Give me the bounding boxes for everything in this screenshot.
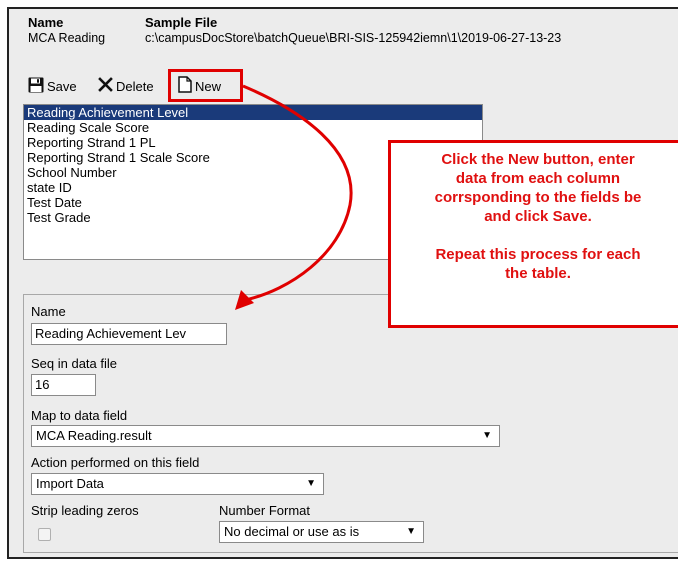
annotation-arrow-icon: [235, 84, 353, 310]
